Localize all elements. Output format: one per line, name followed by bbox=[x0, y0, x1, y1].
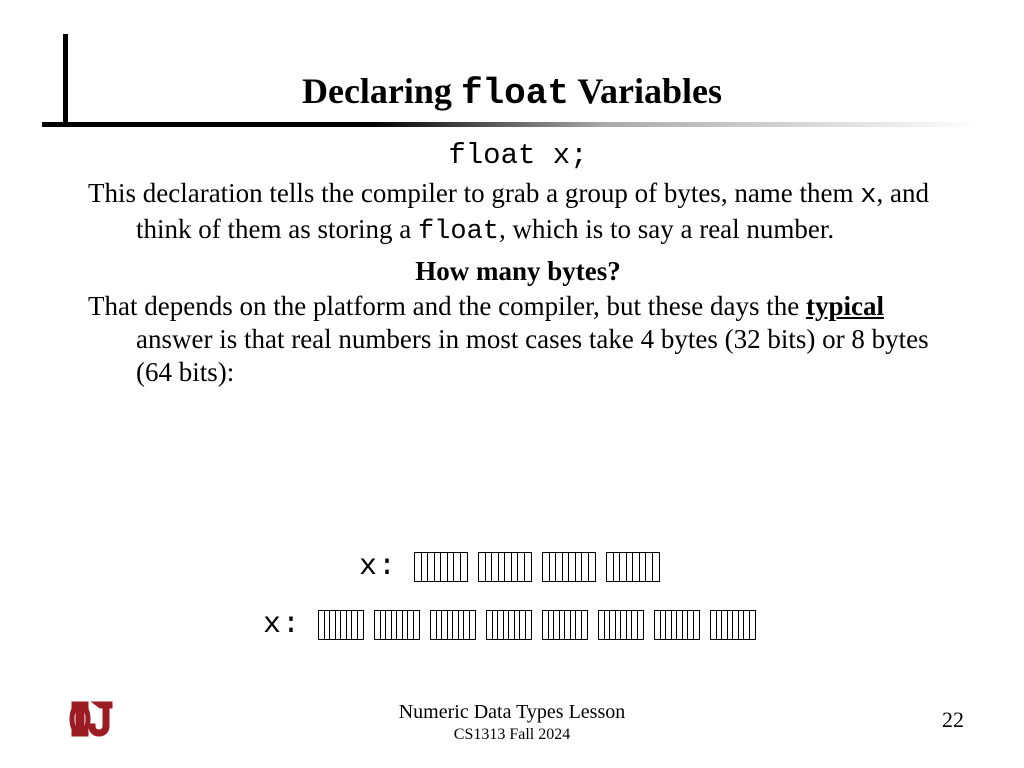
slide-content: float x; This declaration tells the comp… bbox=[88, 138, 948, 395]
title-text-post: Variables bbox=[569, 71, 722, 111]
title-code: float bbox=[461, 73, 569, 114]
byte-box bbox=[486, 610, 532, 640]
byte-box bbox=[374, 610, 420, 640]
p1-code-2: float bbox=[418, 217, 499, 247]
byte-box bbox=[542, 552, 596, 582]
footer-page-number: 22 bbox=[942, 707, 964, 733]
p2-bold-1: typical bbox=[806, 291, 884, 321]
byte-box bbox=[710, 610, 756, 640]
byte-diagram-area: x: x: bbox=[0, 550, 1024, 666]
byte-box bbox=[478, 552, 532, 582]
byte-row-8: x: bbox=[0, 608, 1024, 642]
byte-row-4: x: bbox=[0, 550, 1024, 584]
title-divider bbox=[42, 122, 982, 127]
byte-box bbox=[430, 610, 476, 640]
p1-code-1: x bbox=[860, 181, 876, 211]
footer-course: CS1313 Fall 2024 bbox=[0, 726, 1024, 744]
slide-footer: Numeric Data Types Lesson CS1313 Fall 20… bbox=[0, 701, 1024, 744]
p1-text-1: This declaration tells the compiler to g… bbox=[88, 178, 860, 208]
byte-box bbox=[542, 610, 588, 640]
p2-text-1: That depends on the platform and the com… bbox=[88, 291, 806, 321]
slide-title: Declaring float Variables bbox=[0, 70, 1024, 114]
paragraph-1: This declaration tells the compiler to g… bbox=[88, 177, 948, 249]
byte-box bbox=[414, 552, 468, 582]
paragraph-2: That depends on the platform and the com… bbox=[88, 290, 948, 389]
byte-box bbox=[598, 610, 644, 640]
code-declaration: float x; bbox=[88, 138, 948, 173]
byte-box bbox=[606, 552, 660, 582]
byte-row-4-label: x: bbox=[359, 550, 397, 584]
subheading: How many bytes? bbox=[88, 255, 948, 288]
byte-box bbox=[318, 610, 364, 640]
byte-box bbox=[654, 610, 700, 640]
footer-lesson: Numeric Data Types Lesson bbox=[0, 701, 1024, 724]
byte-row-8-label: x: bbox=[263, 608, 301, 642]
title-text-pre: Declaring bbox=[302, 71, 461, 111]
p2-text-2: answer is that real numbers in most case… bbox=[136, 324, 929, 387]
p1-text-3: , which is to say a real number. bbox=[499, 214, 834, 244]
